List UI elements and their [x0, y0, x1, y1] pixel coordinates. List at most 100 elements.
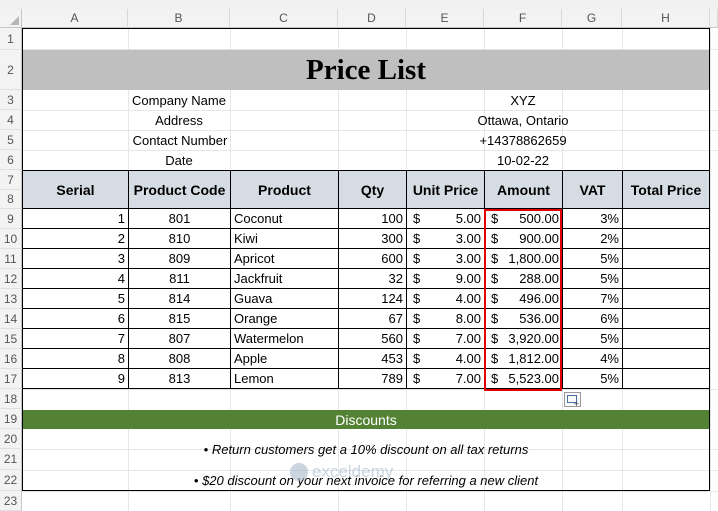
cell-total-price[interactable]: [622, 249, 710, 269]
cell-product[interactable]: Watermelon: [230, 329, 339, 349]
contact-number-value[interactable]: +14378862659: [450, 130, 596, 150]
cell-product-code[interactable]: 809: [128, 249, 231, 269]
header-amount[interactable]: Amount: [484, 170, 563, 209]
cell-serial[interactable]: 9: [22, 369, 129, 389]
cell-product-code[interactable]: 815: [128, 309, 231, 329]
cell-serial[interactable]: 6: [22, 309, 129, 329]
cell-product-code[interactable]: 814: [128, 289, 231, 309]
cell-qty[interactable]: 789: [338, 369, 407, 389]
header-serial[interactable]: Serial: [22, 170, 129, 209]
cell-amount[interactable]: $288.00: [484, 269, 563, 289]
cell-unit-price[interactable]: $4.00: [406, 349, 485, 369]
row-header-17[interactable]: 17: [0, 369, 22, 389]
cell-product-code[interactable]: 813: [128, 369, 231, 389]
row-header-3[interactable]: 3: [0, 90, 22, 110]
cell-amount[interactable]: $500.00: [484, 209, 563, 229]
column-header-g[interactable]: G: [562, 9, 622, 28]
row-header-20[interactable]: 20: [0, 429, 22, 449]
cell-unit-price[interactable]: $7.00: [406, 369, 485, 389]
cell-unit-price[interactable]: $3.00: [406, 249, 485, 269]
cell-unit-price[interactable]: $7.00: [406, 329, 485, 349]
company-name-label[interactable]: Company Name: [128, 90, 230, 110]
cell-amount[interactable]: $1,800.00: [484, 249, 563, 269]
cell-total-price[interactable]: [622, 309, 710, 329]
cell-vat[interactable]: 7%: [562, 289, 623, 309]
cell-vat[interactable]: 5%: [562, 329, 623, 349]
cell-product[interactable]: Apricot: [230, 249, 339, 269]
row-header-23[interactable]: 23: [0, 491, 22, 511]
header-qty[interactable]: Qty: [338, 170, 407, 209]
header-product[interactable]: Product: [230, 170, 339, 209]
cell-product[interactable]: Jackfruit: [230, 269, 339, 289]
cell-product-code[interactable]: 801: [128, 209, 231, 229]
row-header-4[interactable]: 4: [0, 110, 22, 130]
cell-vat[interactable]: 2%: [562, 229, 623, 249]
header-unit-price[interactable]: Unit Price: [406, 170, 485, 209]
cell-serial[interactable]: 5: [22, 289, 129, 309]
cell-amount[interactable]: $1,812.00: [484, 349, 563, 369]
discounts-title[interactable]: Discounts: [22, 410, 710, 429]
row-header-6[interactable]: 6: [0, 150, 22, 170]
header-vat[interactable]: VAT: [562, 170, 623, 209]
cell-product[interactable]: Kiwi: [230, 229, 339, 249]
address-label[interactable]: Address: [128, 110, 230, 130]
cell-total-price[interactable]: [622, 349, 710, 369]
cell-serial[interactable]: 2: [22, 229, 129, 249]
row-header-15[interactable]: 15: [0, 329, 22, 349]
row-header-14[interactable]: 14: [0, 309, 22, 329]
cell-product-code[interactable]: 811: [128, 269, 231, 289]
company-name-value[interactable]: XYZ: [484, 90, 562, 110]
cell-product[interactable]: Apple: [230, 349, 339, 369]
cell-serial[interactable]: 3: [22, 249, 129, 269]
cell-amount[interactable]: $5,523.00: [484, 369, 563, 389]
cell-serial[interactable]: 4: [22, 269, 129, 289]
cell-total-price[interactable]: [622, 229, 710, 249]
cell-serial[interactable]: 1: [22, 209, 129, 229]
cell-unit-price[interactable]: $4.00: [406, 289, 485, 309]
select-all-button[interactable]: [0, 9, 22, 28]
column-header-b[interactable]: B: [128, 9, 230, 28]
cell-total-price[interactable]: [622, 369, 710, 389]
cell-qty[interactable]: 600: [338, 249, 407, 269]
cell-qty[interactable]: 32: [338, 269, 407, 289]
cell-total-price[interactable]: [622, 289, 710, 309]
cell-vat[interactable]: 3%: [562, 209, 623, 229]
contact-number-label[interactable]: Contact Number: [118, 130, 242, 150]
cell-amount[interactable]: $900.00: [484, 229, 563, 249]
cell-product[interactable]: Orange: [230, 309, 339, 329]
cell-qty[interactable]: 100: [338, 209, 407, 229]
cell-total-price[interactable]: [622, 269, 710, 289]
discount-note-1[interactable]: • Return customers get a 10% discount on…: [22, 439, 710, 459]
column-header-h[interactable]: H: [622, 9, 710, 28]
cell-unit-price[interactable]: $9.00: [406, 269, 485, 289]
date-label[interactable]: Date: [128, 150, 230, 170]
row-header-7[interactable]: 7: [0, 170, 22, 190]
page-title[interactable]: Price List: [22, 50, 710, 90]
cell-vat[interactable]: 5%: [562, 249, 623, 269]
cell-product[interactable]: Coconut: [230, 209, 339, 229]
row-header-11[interactable]: 11: [0, 249, 22, 269]
row-header-10[interactable]: 10: [0, 229, 22, 249]
cell-product[interactable]: Lemon: [230, 369, 339, 389]
row-header-12[interactable]: 12: [0, 269, 22, 289]
cell-qty[interactable]: 300: [338, 229, 407, 249]
row-header-9[interactable]: 9: [0, 209, 22, 229]
cell-vat[interactable]: 5%: [562, 369, 623, 389]
row-header-18[interactable]: 18: [0, 389, 22, 409]
cell-product-code[interactable]: 810: [128, 229, 231, 249]
cell-amount[interactable]: $496.00: [484, 289, 563, 309]
row-header-21[interactable]: 21: [0, 449, 22, 470]
cell-vat[interactable]: 5%: [562, 269, 623, 289]
date-value[interactable]: 10-02-22: [484, 150, 562, 170]
address-value[interactable]: Ottawa, Ontario: [450, 110, 596, 130]
row-header-2[interactable]: 2: [0, 50, 22, 90]
row-header-22[interactable]: 22: [0, 470, 22, 491]
cell-total-price[interactable]: [622, 329, 710, 349]
column-header-a[interactable]: A: [22, 9, 128, 28]
row-header-5[interactable]: 5: [0, 130, 22, 150]
row-header-1[interactable]: 1: [0, 28, 22, 50]
column-header-e[interactable]: E: [406, 9, 484, 28]
cell-serial[interactable]: 8: [22, 349, 129, 369]
header-total-price[interactable]: Total Price: [622, 170, 710, 209]
row-header-8[interactable]: 8: [0, 190, 22, 209]
